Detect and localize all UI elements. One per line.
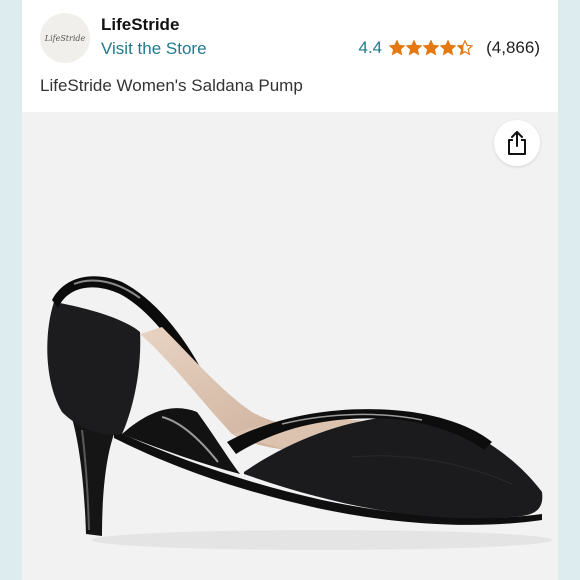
product-card: LifeStride LifeStride Visit the Store 4.… bbox=[22, 0, 558, 580]
rating-value: 4.4 bbox=[358, 38, 383, 57]
star-icon bbox=[423, 40, 440, 56]
star-icon bbox=[457, 40, 474, 56]
star-icon bbox=[440, 40, 457, 56]
rating-summary[interactable]: 4.4 (4,866) bbox=[358, 38, 540, 58]
star-icon bbox=[389, 40, 406, 56]
star-icon bbox=[406, 40, 423, 56]
product-image bbox=[47, 276, 552, 550]
store-logo[interactable]: LifeStride bbox=[40, 13, 90, 63]
visit-store-link[interactable]: Visit the Store bbox=[101, 39, 207, 59]
store-header: LifeStride LifeStride Visit the Store 4.… bbox=[22, 0, 558, 110]
star-rating bbox=[389, 40, 474, 56]
store-name[interactable]: LifeStride bbox=[101, 15, 179, 35]
rating-count[interactable]: (4,866) bbox=[486, 38, 540, 58]
store-logo-text: LifeStride bbox=[44, 33, 86, 43]
product-title: LifeStride Women's Saldana Pump bbox=[40, 76, 303, 95]
product-image-area[interactable] bbox=[22, 112, 558, 580]
